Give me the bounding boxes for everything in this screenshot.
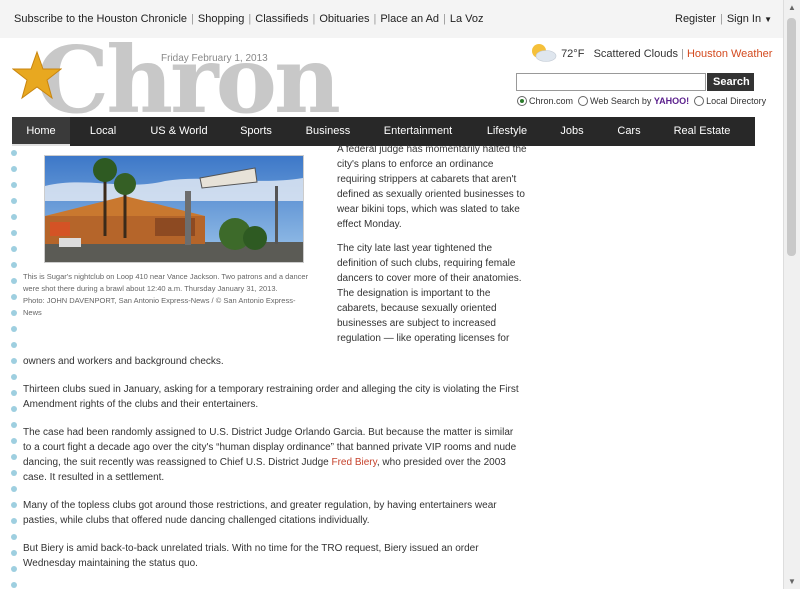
strip-dot: [11, 422, 17, 428]
radio-web-search[interactable]: [578, 95, 589, 106]
masthead: Chron Friday February 1, 2013 72°F Scatt…: [10, 34, 772, 126]
radio-chron-label: Chron.com: [529, 96, 574, 106]
strip-dot: [11, 438, 17, 444]
utility-links: Subscribe to the Houston Chronicle | Shopp…: [14, 13, 484, 25]
nav-jobs[interactable]: Jobs: [546, 117, 598, 146]
yahoo-logo: YAHOO!: [653, 96, 690, 106]
strip-dot: [11, 502, 17, 508]
strip-dot: [11, 550, 17, 556]
weather-temp: 72°F: [561, 47, 585, 60]
strip-dot: [11, 198, 17, 204]
radio-chron[interactable]: [517, 95, 527, 106]
strip-dot: [11, 230, 17, 236]
strip-dot: [11, 454, 17, 460]
strip-dot: [11, 518, 17, 524]
strip-dot: [11, 278, 17, 284]
nav-local[interactable]: Local: [74, 117, 132, 146]
sign-in-link[interactable]: Sign In: [727, 13, 761, 25]
nav-sports[interactable]: Sports: [226, 117, 286, 146]
weather-widget: 72°F Scattered Clouds | Houston Weather: [528, 43, 772, 65]
article-lead-column: A federal judge has momentarily halted t…: [337, 144, 527, 355]
article-paragraph: But Biery is amid back-to-back unrelated…: [23, 543, 479, 569]
search-button[interactable]: Search: [707, 73, 754, 91]
strip-dot: [11, 182, 17, 188]
strip-dot: [11, 342, 17, 348]
radio-local-directory[interactable]: [694, 95, 705, 106]
left-decorative-strip: [10, 148, 18, 589]
strip-dot: [11, 582, 17, 588]
strip-dot: [11, 374, 17, 380]
place-an-ad-link[interactable]: Place an Ad: [380, 13, 439, 25]
nav-us-world[interactable]: US & World: [138, 117, 220, 146]
chevron-down-icon[interactable]: ▼: [764, 15, 772, 24]
strip-dot: [11, 326, 17, 332]
strip-dot: [11, 246, 17, 252]
la-voz-link[interactable]: La Voz: [450, 13, 484, 25]
scroll-up-arrow-icon[interactable]: ▲: [788, 3, 796, 12]
classifieds-link[interactable]: Classifieds: [255, 13, 308, 25]
nav-cars[interactable]: Cars: [604, 117, 654, 146]
obituaries-link[interactable]: Obituaries: [319, 13, 369, 25]
chron-logo[interactable]: Chron: [36, 34, 341, 126]
article-paragraph: A federal judge has momentarily halted t…: [337, 144, 527, 230]
scrollbar-thumb[interactable]: [787, 18, 796, 256]
account-links: Register | Sign In ▼: [675, 13, 772, 25]
nav-home[interactable]: Home: [12, 117, 70, 146]
window-scrollbar[interactable]: ▲ ▼: [783, 0, 800, 589]
strip-dot: [11, 486, 17, 492]
search-form: Search: [516, 73, 754, 91]
article-paragraph: Many of the topless clubs got around tho…: [23, 500, 497, 526]
search-scope-options: Chron.com Web Search by YAHOO! Local Dir…: [517, 95, 767, 107]
strip-dot: [11, 470, 17, 476]
strip-dot: [11, 390, 17, 396]
photo-caption: This is Sugar's nightclub on Loop 410 ne…: [23, 271, 311, 319]
strip-dot: [11, 294, 17, 300]
nav-real-estate[interactable]: Real Estate: [662, 117, 742, 146]
strip-dot: [11, 262, 17, 268]
radio-local-directory-label: Local Directory: [706, 96, 767, 106]
strip-dot: [11, 166, 17, 172]
subscribe-link[interactable]: Subscribe to the Houston Chronicle: [14, 13, 187, 25]
houston-weather-link[interactable]: Houston Weather: [687, 48, 772, 60]
shopping-link[interactable]: Shopping: [198, 13, 245, 25]
article-paragraph: The city late last year tightened the de…: [337, 243, 522, 344]
strip-dot: [11, 150, 17, 156]
radio-web-search-label: Web Search by: [590, 96, 652, 106]
masthead-date: Friday February 1, 2013: [161, 53, 268, 64]
caption-credit: Photo: JOHN DAVENPORT, San Antonio Expre…: [23, 296, 296, 317]
fred-biery-link[interactable]: Fred Biery: [331, 457, 376, 468]
weather-condition: Scattered Clouds: [593, 47, 678, 60]
caption-text: This is Sugar's nightclub on Loop 410 ne…: [23, 272, 309, 293]
star-icon: [12, 50, 62, 100]
strip-dot: [11, 310, 17, 316]
article-paragraph: owners and workers and background checks…: [23, 356, 224, 367]
article-paragraph: The case had been randomly assigned to U…: [23, 425, 523, 485]
article-paragraph: Thirteen clubs sued in January, asking f…: [23, 384, 519, 410]
partly-cloudy-icon: [532, 44, 557, 62]
strip-dot: [11, 406, 17, 412]
register-link[interactable]: Register: [675, 13, 716, 25]
strip-dot: [11, 566, 17, 572]
search-input[interactable]: [516, 73, 706, 91]
nightclub-photo[interactable]: [44, 155, 304, 263]
strip-dot: [11, 358, 17, 364]
strip-dot: [11, 214, 17, 220]
strip-dot: [11, 534, 17, 540]
scroll-down-arrow-icon[interactable]: ▼: [788, 577, 796, 586]
article-body: This is Sugar's nightclub on Loop 410 ne…: [10, 144, 770, 589]
